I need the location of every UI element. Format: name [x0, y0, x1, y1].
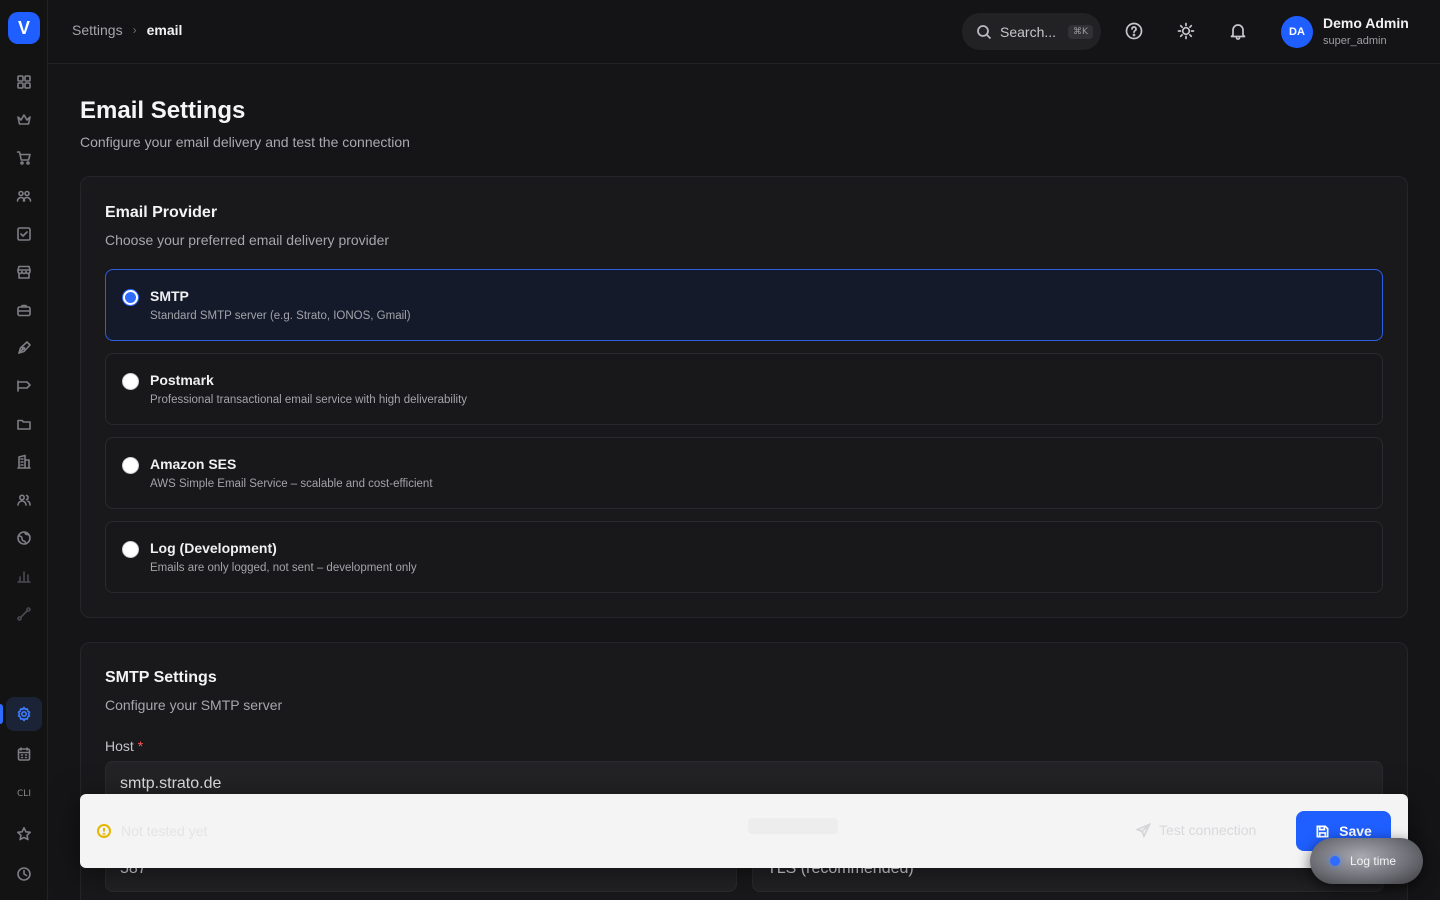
faded-field: [748, 818, 838, 834]
bar-chart-icon[interactable]: [12, 564, 36, 588]
globe-icon[interactable]: [12, 526, 36, 550]
test-connection-button[interactable]: Test connection: [1136, 822, 1256, 838]
task-check-icon[interactable]: [12, 222, 36, 246]
host-label-text: Host: [105, 738, 134, 754]
clock-icon[interactable]: [12, 862, 36, 886]
option-title: Log (Development): [150, 540, 277, 556]
team-icon[interactable]: [12, 488, 36, 512]
logo-letter: V: [17, 17, 30, 38]
radio-button-selected[interactable]: [122, 289, 139, 306]
provider-option-amazon-ses[interactable]: Amazon SES AWS Simple Email Service – sc…: [105, 437, 1383, 509]
required-mark: *: [137, 738, 144, 754]
option-title: SMTP: [150, 288, 189, 304]
search-icon: [977, 24, 992, 39]
crown-icon[interactable]: [12, 108, 36, 132]
user-role: super_admin: [1323, 35, 1387, 47]
test-connection-label: Test connection: [1159, 822, 1257, 838]
star-icon[interactable]: [12, 822, 36, 846]
card-title: Email Provider: [105, 204, 218, 221]
megaphone-icon[interactable]: [12, 374, 36, 398]
log-time-label: Log time: [1350, 854, 1397, 868]
radio-button[interactable]: [122, 457, 139, 474]
radio-button[interactable]: [122, 541, 139, 558]
option-description: Professional transactional email service…: [150, 394, 468, 406]
users-icon[interactable]: [12, 184, 36, 208]
page-subtitle: Configure your email delivery and test t…: [80, 134, 410, 150]
card-title: SMTP Settings: [105, 669, 217, 686]
email-provider-card: Email Provider Choose your preferred ema…: [80, 176, 1408, 618]
breadcrumb-current: email: [146, 22, 183, 38]
timer-dot-icon: [1330, 856, 1340, 866]
bell-icon[interactable]: [1229, 22, 1249, 42]
option-description: Standard SMTP server (e.g. Strato, IONOS…: [150, 310, 411, 322]
settings-icon[interactable]: [12, 702, 36, 726]
warning-circle-icon: [97, 824, 111, 838]
dashboard-icon[interactable]: [12, 70, 36, 94]
store-icon[interactable]: [12, 260, 36, 284]
connection-status-text: Not tested yet: [121, 823, 208, 839]
save-icon: [1316, 825, 1329, 837]
breadcrumb-settings-link[interactable]: Settings: [72, 22, 123, 38]
cart-icon[interactable]: [12, 146, 36, 170]
sticky-action-bar: Not tested yet Test connection Save: [80, 794, 1408, 868]
send-icon: [1136, 822, 1151, 838]
page-title: Email Settings: [80, 97, 246, 124]
sidebar: V CLI: [0, 0, 48, 900]
radio-button[interactable]: [122, 373, 139, 390]
search-button[interactable]: Search... ⌘K: [962, 13, 1101, 50]
option-title: Postmark: [150, 372, 214, 388]
log-time-button[interactable]: Log time: [1310, 838, 1423, 884]
search-shortcut: ⌘K: [1068, 24, 1093, 39]
provider-option-smtp[interactable]: SMTP Standard SMTP server (e.g. Strato, …: [105, 269, 1383, 341]
sun-icon[interactable]: [1177, 22, 1197, 42]
option-description: Emails are only logged, not sent – devel…: [150, 562, 417, 574]
active-nav-indicator: [0, 704, 3, 724]
card-subtitle: Choose your preferred email delivery pro…: [105, 232, 390, 248]
search-placeholder: Search...: [1000, 23, 1057, 40]
breadcrumb: Settings › email: [72, 22, 182, 38]
provider-option-postmark[interactable]: Postmark Professional transactional emai…: [105, 353, 1383, 425]
help-icon[interactable]: [1125, 22, 1145, 42]
folder-icon[interactable]: [12, 412, 36, 436]
app-logo[interactable]: V: [8, 12, 40, 44]
route-icon[interactable]: [12, 602, 36, 626]
user-name[interactable]: Demo Admin: [1323, 15, 1409, 31]
cli-icon[interactable]: CLI: [12, 786, 36, 802]
host-label: Host *: [105, 738, 143, 754]
building-icon[interactable]: [12, 450, 36, 474]
calendar-icon[interactable]: [12, 742, 36, 766]
briefcase-icon[interactable]: [12, 298, 36, 322]
chevron-right-icon: ›: [132, 23, 137, 37]
option-description: AWS Simple Email Service – scalable and …: [150, 478, 433, 490]
top-bar: Settings › email Search... ⌘K DA Demo Ad…: [48, 0, 1440, 64]
provider-option-log[interactable]: Log (Development) Emails are only logged…: [105, 521, 1383, 593]
pen-tool-icon[interactable]: [12, 336, 36, 360]
card-subtitle: Configure your SMTP server: [105, 697, 283, 713]
option-title: Amazon SES: [150, 456, 237, 472]
avatar[interactable]: DA: [1281, 16, 1313, 48]
save-label: Save: [1339, 823, 1372, 839]
